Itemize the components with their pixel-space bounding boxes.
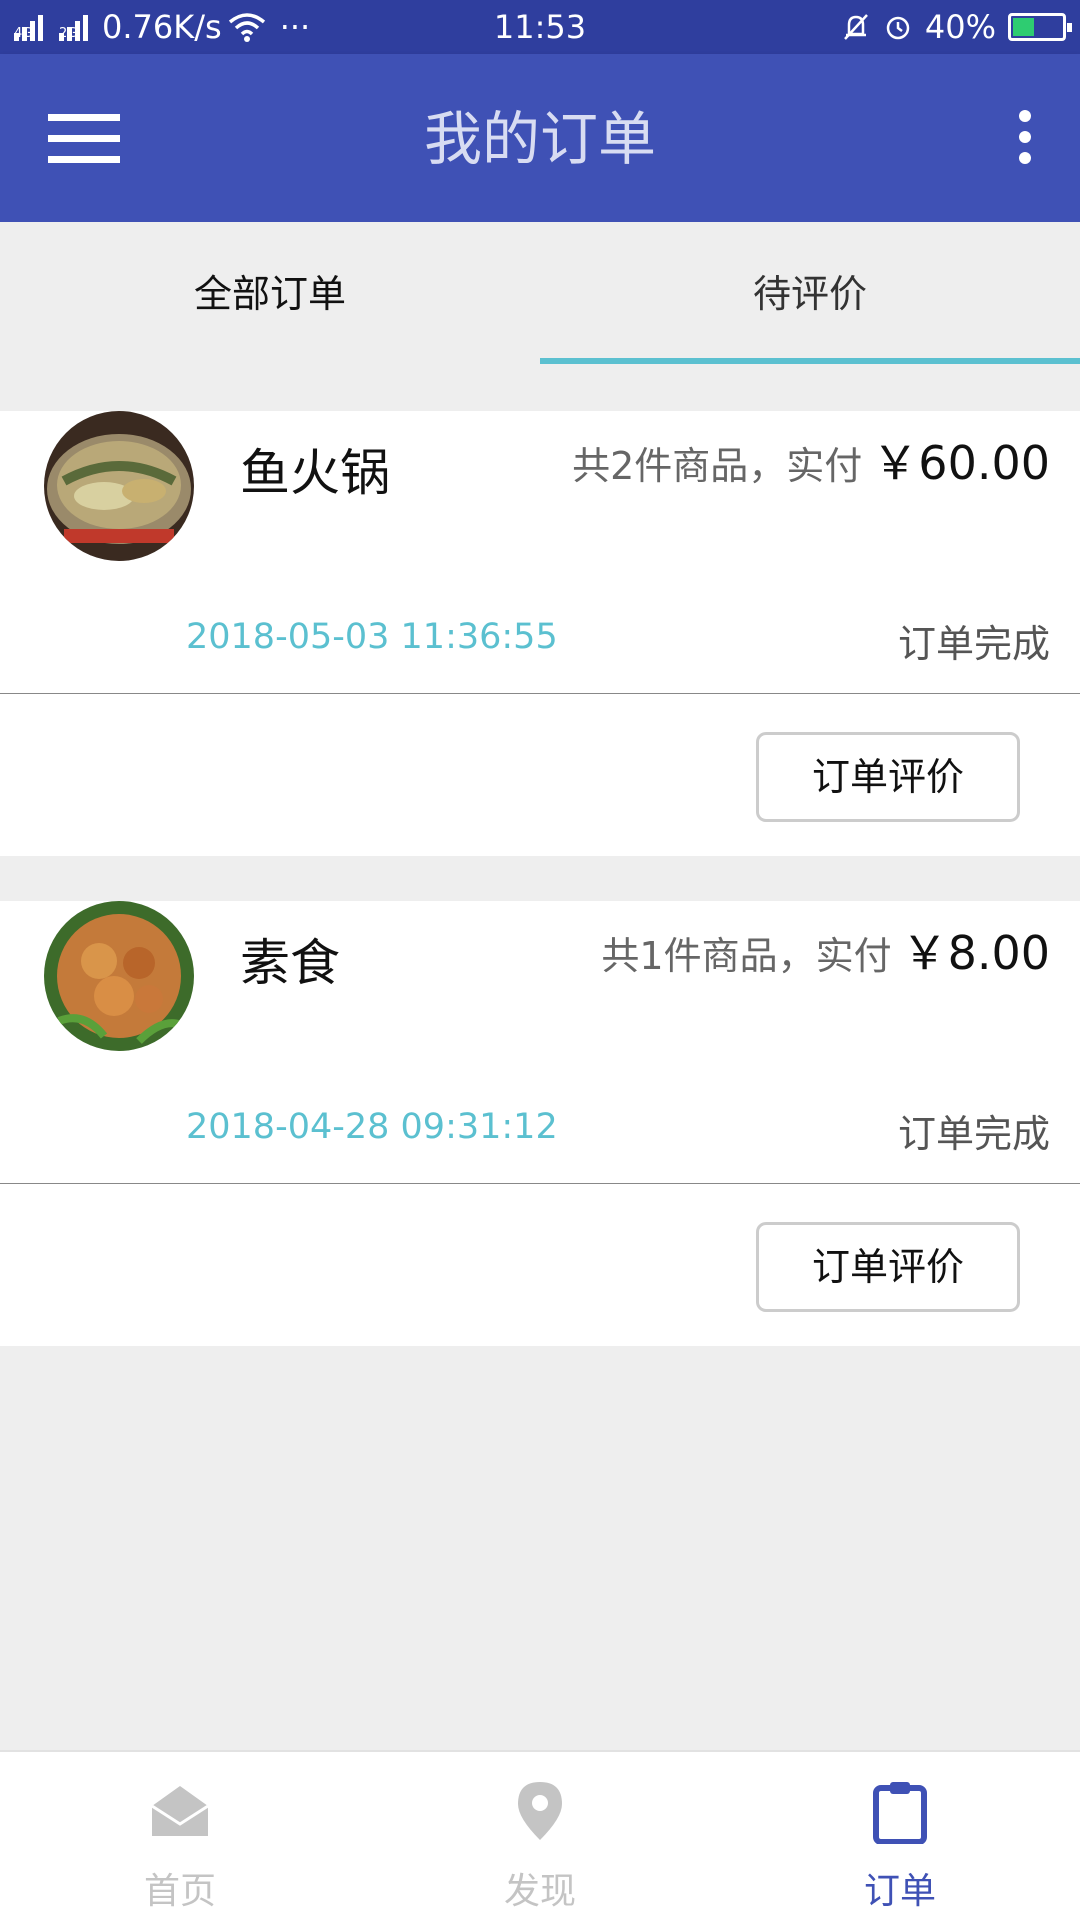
nav-label-home: 首页	[143, 1871, 216, 1912]
rate-order-button[interactable]: 订单评价	[756, 732, 1020, 822]
nav-discover[interactable]: 发现	[360, 1752, 720, 1920]
bell-muted-icon	[843, 14, 868, 40]
order-price: ￥8.00	[901, 926, 1050, 980]
tab-indicator	[540, 358, 1080, 364]
page-title: 我的订单	[423, 105, 656, 173]
envelope-open-icon	[151, 1786, 209, 1836]
status-bar: 4G 2G 0.76K/s ··· 11:53 40%	[0, 0, 1080, 54]
bottom-nav: 首页 发现 订单	[0, 1750, 1080, 1920]
dish-thumbnail	[44, 411, 194, 561]
order-time: 2018-04-28 09:31:12	[186, 1107, 558, 1147]
location-pin-icon	[518, 1782, 562, 1840]
order-summary: 共1件商品，实付 ￥8.00	[601, 917, 1050, 983]
order-card[interactable]: 素食 共1件商品，实付 ￥8.00 2018-04-28 09:31:12 订单…	[0, 901, 1080, 1346]
dish-name: 鱼火锅	[240, 444, 390, 502]
alarm-icon	[886, 16, 910, 40]
order-card[interactable]: 鱼火锅 共2件商品，实付 ￥60.00 2018-05-03 11:36:55 …	[0, 411, 1080, 856]
order-info: 鱼火锅 共2件商品，实付 ￥60.00 2018-05-03 11:36:55 …	[0, 411, 1080, 693]
rate-order-button[interactable]: 订单评价	[756, 1222, 1020, 1312]
order-status: 订单完成	[897, 1112, 1050, 1156]
order-price: ￥60.00	[872, 436, 1050, 490]
tab-pending-review[interactable]: 待评价	[540, 222, 1080, 366]
more-options-button[interactable]	[1010, 110, 1040, 166]
order-time: 2018-05-03 11:36:55	[186, 617, 558, 657]
order-tabs: 全部订单 待评价	[0, 222, 1080, 366]
order-info: 素食 共1件商品，实付 ￥8.00 2018-04-28 09:31:12 订单…	[0, 901, 1080, 1183]
clipboard-icon	[873, 1782, 927, 1844]
app-bar: 我的订单	[0, 54, 1080, 222]
tab-all-orders[interactable]: 全部订单	[0, 222, 540, 366]
item-count-text: 共2件商品，实付	[572, 444, 863, 488]
status-right: 40%	[841, 0, 1072, 54]
order-status: 订单完成	[897, 622, 1050, 666]
nav-label-discover: 发现	[503, 1871, 576, 1912]
battery-percent: 40%	[924, 8, 996, 46]
item-count-text: 共1件商品，实付	[601, 934, 892, 978]
dish-thumbnail	[44, 901, 194, 1051]
more-vertical-icon	[1019, 110, 1031, 122]
order-summary: 共2件商品，实付 ￥60.00	[572, 427, 1050, 493]
nav-orders[interactable]: 订单	[720, 1752, 1080, 1920]
nav-label-orders: 订单	[863, 1871, 936, 1912]
order-actions: 订单评价	[0, 1184, 1080, 1346]
order-actions: 订单评价	[0, 694, 1080, 856]
dish-name: 素食	[240, 934, 340, 992]
nav-home[interactable]: 首页	[0, 1752, 360, 1920]
battery-icon	[1008, 13, 1072, 41]
